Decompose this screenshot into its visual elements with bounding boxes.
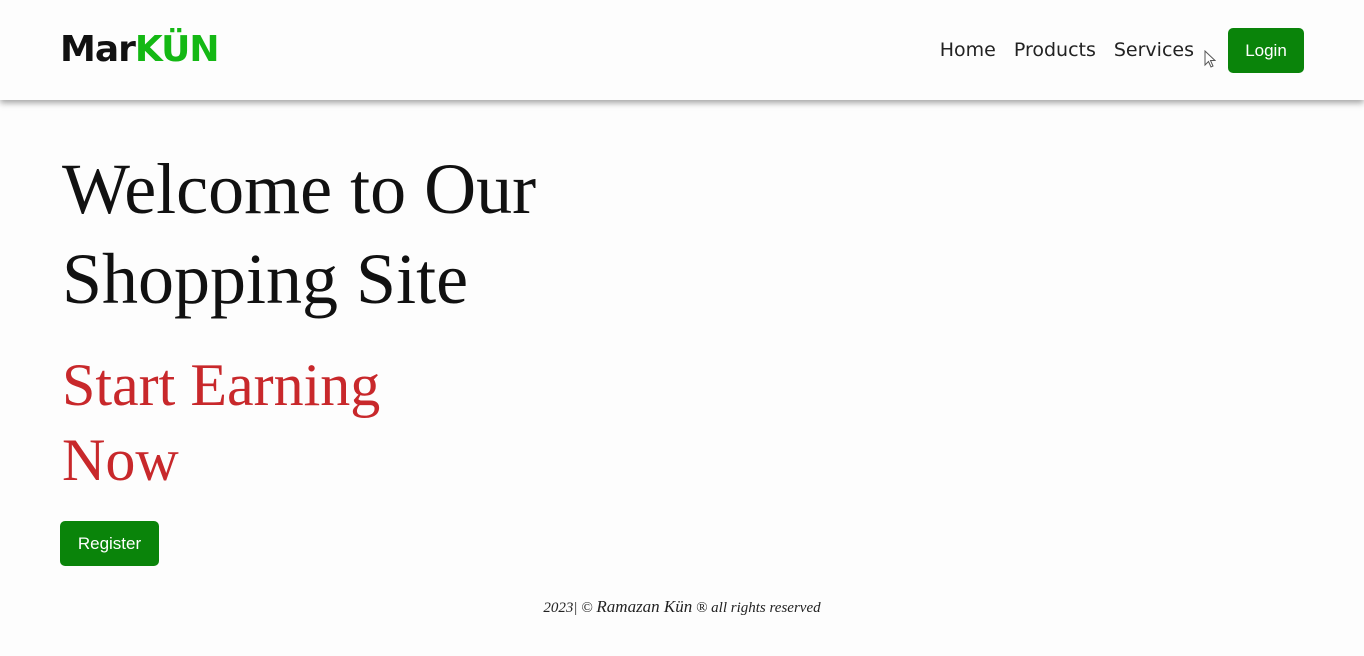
hero-subtitle: Start Earning Now — [62, 348, 482, 498]
navbar: MarKÜN Home Products Services Login — [0, 0, 1364, 100]
footer-author-name: Ramazan Kün — [596, 597, 693, 616]
footer-prefix: 2023| © — [543, 600, 597, 616]
hero-subtitle-line-2: Now — [62, 427, 179, 493]
hero-title-line-1: Welcome to Our — [62, 149, 537, 229]
footer-suffix: ® all rights reserved — [692, 600, 821, 616]
nav-link-services[interactable]: Services — [1114, 36, 1194, 64]
footer-copyright: 2023| © Ramazan Kün ® all rights reserve… — [0, 597, 1364, 618]
hero-title: Welcome to Our Shopping Site — [62, 144, 682, 324]
nav-menu: Home Products Services — [940, 36, 1194, 64]
site-logo[interactable]: MarKÜN — [60, 26, 219, 74]
hero-subtitle-line-1: Start Earning — [62, 352, 381, 418]
nav-link-home[interactable]: Home — [940, 36, 996, 64]
logo-text-accent: KÜN — [134, 29, 220, 70]
hero-title-line-2: Shopping Site — [62, 239, 469, 319]
mouse-pointer-icon — [1204, 50, 1216, 68]
logo-text-main: Mar — [60, 29, 136, 70]
login-button[interactable]: Login — [1228, 28, 1304, 73]
register-button[interactable]: Register — [60, 521, 159, 566]
nav-link-products[interactable]: Products — [1014, 36, 1096, 64]
